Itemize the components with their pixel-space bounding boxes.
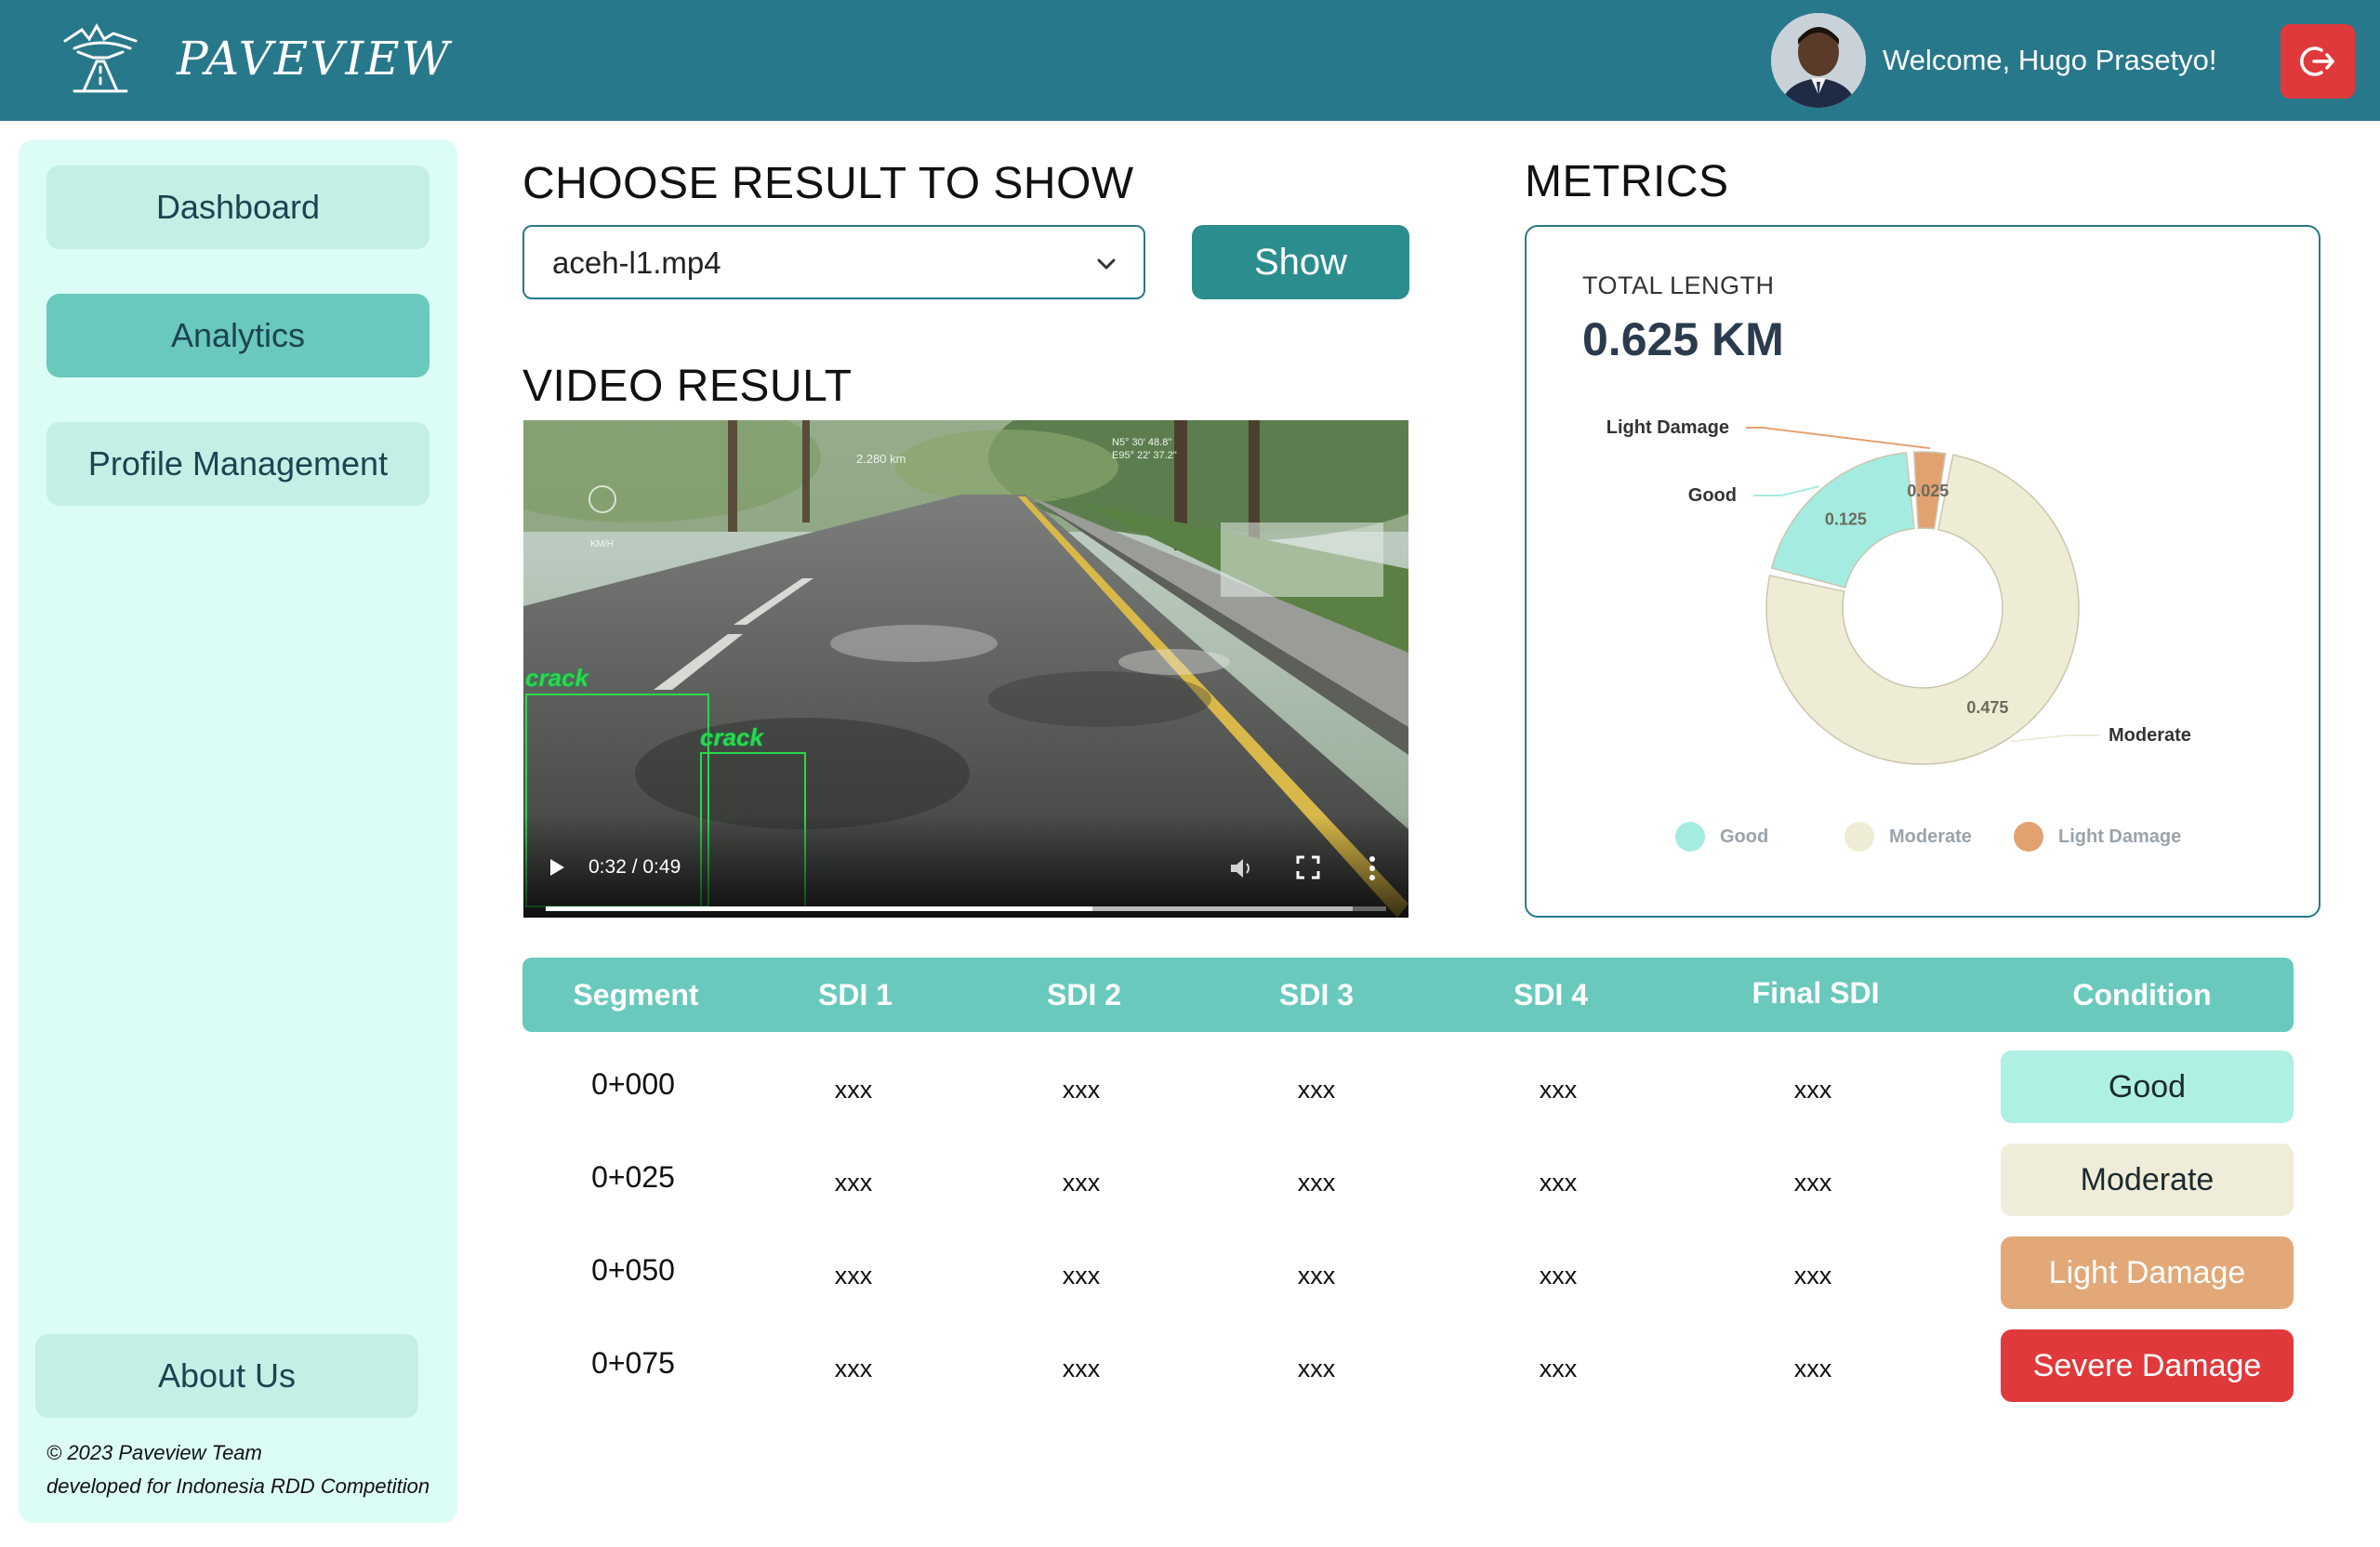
cell-sdi2: xxx bbox=[1062, 1262, 1101, 1289]
video-result-heading: VIDEO RESULT bbox=[522, 362, 853, 411]
condition-badge: Severe Damage bbox=[2001, 1329, 2294, 1402]
legend-swatch bbox=[1844, 822, 1874, 852]
legend-swatch bbox=[2014, 822, 2043, 852]
condition-badge: Moderate bbox=[2001, 1144, 2294, 1216]
cell-sdi2: xxx bbox=[1062, 1169, 1101, 1197]
result-select[interactable]: aceh-l1.mp4 bbox=[522, 225, 1145, 299]
legend-item: Good bbox=[1675, 822, 1768, 852]
metrics-card: TOTAL LENGTH 0.625 KM 0.025 0.475 0.125 Lig… bbox=[1525, 225, 2320, 918]
chevron-down-icon bbox=[1097, 258, 1116, 270]
cell-segment: 0+050 bbox=[591, 1253, 675, 1287]
cell-sdi4: xxx bbox=[1539, 1355, 1578, 1382]
cell-final: xxx bbox=[1793, 1355, 1832, 1382]
table-header: Segment SDI 1 SDI 2 SDI 3 SDI 4 Final SD… bbox=[522, 958, 2294, 1032]
cell-segment: 0+075 bbox=[591, 1346, 675, 1380]
condition-donut-chart: 0.025 0.475 0.125 Light Damage Moderate Good bbox=[1606, 417, 2191, 765]
welcome-text: Welcome, Hugo Prasetyo! bbox=[1883, 44, 2217, 76]
cell-sdi1: xxx bbox=[834, 1076, 873, 1104]
cell-sdi3: xxx bbox=[1297, 1355, 1336, 1382]
cell-sdi3: xxx bbox=[1297, 1262, 1336, 1289]
cell-sdi1: xxx bbox=[834, 1355, 873, 1382]
detection-label: crack bbox=[525, 664, 588, 692]
fullscreen-icon[interactable] bbox=[1295, 854, 1321, 880]
cell-sdi4: xxx bbox=[1539, 1262, 1578, 1289]
legend-swatch bbox=[1675, 822, 1705, 852]
metrics-heading: METRICS bbox=[1525, 157, 1729, 206]
cell-sdi3: xxx bbox=[1297, 1169, 1336, 1197]
cell-final: xxx bbox=[1793, 1262, 1832, 1289]
sidebar-item-profile-management[interactable]: Profile Management bbox=[46, 422, 430, 506]
column-header-segment: Segment bbox=[573, 978, 699, 1012]
leader-line bbox=[2010, 734, 2099, 743]
cell-final: xxx bbox=[1793, 1076, 1832, 1104]
cell-sdi2: xxx bbox=[1062, 1076, 1101, 1104]
video-progress-fill bbox=[546, 906, 1092, 911]
credit-text: developed for Indonesia RDD Competition bbox=[46, 1474, 430, 1498]
hud-coords-lat: N5° 30' 48.8" bbox=[1112, 437, 1172, 448]
column-header-sdi4: SDI 4 bbox=[1513, 978, 1589, 1012]
sidebar-item-about-us[interactable]: About Us bbox=[35, 1334, 418, 1418]
legend-label: Good bbox=[1720, 826, 1769, 847]
hud-coords-lon: E95° 22' 37.2" bbox=[1112, 450, 1177, 461]
video-progress-bar[interactable] bbox=[546, 906, 1386, 911]
avatar[interactable] bbox=[1771, 13, 1866, 108]
show-button[interactable]: Show bbox=[1192, 225, 1409, 299]
logout-button[interactable] bbox=[2281, 24, 2355, 99]
logout-icon bbox=[2300, 46, 2334, 76]
donut-value-label: 0.475 bbox=[1966, 698, 2008, 717]
donut-category-label: Moderate bbox=[2109, 725, 2191, 746]
cell-sdi3: xxx bbox=[1297, 1076, 1336, 1104]
video-controls: 0:32 / 0:49 bbox=[523, 815, 1408, 918]
leader-line bbox=[1746, 427, 1930, 450]
leader-line bbox=[1753, 485, 1819, 496]
donut-category-label: Good bbox=[1688, 485, 1737, 506]
sidebar-item-dashboard[interactable]: Dashboard bbox=[46, 165, 430, 249]
hud-speed-unit: KM/H bbox=[590, 539, 614, 549]
condition-badge: Good bbox=[2001, 1051, 2294, 1123]
legend-label: Moderate bbox=[1889, 826, 1972, 847]
choose-result-heading: CHOOSE RESULT TO SHOW bbox=[522, 159, 1134, 208]
copyright-text: © 2023 Paveview Team bbox=[46, 1441, 262, 1464]
cell-sdi1: xxx bbox=[834, 1262, 873, 1289]
column-header-final-sdi: Final SDI bbox=[1752, 976, 1880, 1010]
donut-value-label: 0.025 bbox=[1907, 482, 1949, 500]
cell-sdi2: xxx bbox=[1062, 1355, 1101, 1382]
column-header-sdi3: SDI 3 bbox=[1278, 978, 1355, 1012]
legend-item: Light Damage bbox=[2014, 822, 2181, 852]
garuda-road-logo-icon bbox=[63, 22, 138, 93]
detection-label: crack bbox=[700, 723, 763, 751]
column-header-sdi1: SDI 1 bbox=[817, 978, 893, 1012]
cell-segment: 0+025 bbox=[591, 1160, 675, 1194]
more-options-icon[interactable] bbox=[1367, 854, 1378, 882]
hud-distance: 2.280 km bbox=[856, 452, 906, 466]
video-player[interactable]: 2.280 km KM/H N5° 30' 48.8" E95° 22' 37.… bbox=[523, 420, 1408, 918]
brand-name: PAVEVIEW bbox=[177, 32, 452, 86]
column-header-condition: Condition bbox=[2072, 978, 2212, 1012]
cell-sdi1: xxx bbox=[834, 1169, 873, 1197]
column-header-sdi2: SDI 2 bbox=[1046, 978, 1122, 1012]
donut-category-label: Light Damage bbox=[1606, 417, 1729, 438]
cell-sdi4: xxx bbox=[1539, 1076, 1578, 1104]
volume-icon[interactable] bbox=[1227, 854, 1255, 882]
cell-sdi4: xxx bbox=[1539, 1169, 1578, 1197]
cell-final: xxx bbox=[1793, 1169, 1832, 1197]
play-icon[interactable] bbox=[546, 856, 568, 879]
sidebar-item-analytics[interactable]: Analytics bbox=[46, 294, 430, 377]
legend-label: Light Damage bbox=[2058, 826, 2182, 847]
sidebar: Dashboard Analytics Profile Management A… bbox=[19, 139, 457, 1523]
cell-segment: 0+000 bbox=[591, 1067, 675, 1101]
top-navbar: PAVEVIEW Welcome, Hugo Prasetyo! bbox=[0, 0, 2380, 121]
donut-value-label: 0.125 bbox=[1825, 510, 1867, 529]
result-select-value: aceh-l1.mp4 bbox=[552, 245, 721, 280]
legend-item: Moderate bbox=[1844, 822, 1972, 852]
video-time: 0:32 / 0:49 bbox=[588, 856, 681, 878]
condition-badge: Light Damage bbox=[2001, 1236, 2294, 1309]
